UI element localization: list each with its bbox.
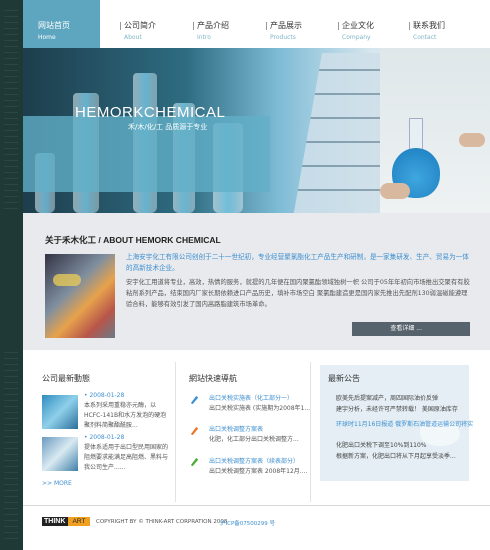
about-lead-text: 上海安宇化工有限公司创创于二十一世纪初，专业经营聚氯酯化工产品生产和研制，是一家…: [126, 253, 469, 272]
about-title: 关于禾木化工 / ABOUT HEMORK CHEMICAL: [45, 235, 221, 245]
link-category[interactable]: 出口关税调整方案表: [209, 424, 263, 433]
banner-subtitle: 禾/木/化/工 品质源于专业: [128, 123, 208, 131]
nav-item-label: 网站首页: [38, 21, 70, 30]
nav-item-label: 公司简介: [124, 21, 156, 30]
notice-item[interactable]: 环球时11月16日报道 俄罗斯石油管道运输公司将实: [336, 419, 473, 428]
nav-item-label: 产品展示: [270, 21, 302, 30]
hand-image: [380, 183, 410, 199]
hand-image: [459, 133, 485, 147]
links-title: 網站快速導航: [189, 374, 237, 383]
news-text[interactable]: 提体系适用于出口型民用国家的阻燃要求能满足高阻燃、黑料与我公司生产......: [84, 443, 168, 473]
logo-main-text: THINK: [44, 518, 66, 525]
column-divider: [175, 362, 176, 502]
notice-item[interactable]: 建宇分析，未经许可严禁转载！ 美国原油库存: [336, 404, 458, 413]
nav-item-sublabel: Contact: [413, 34, 437, 41]
orange-pin-icon: [190, 426, 199, 436]
nav-item-contact[interactable]: 联系我们 Contact: [413, 0, 477, 48]
notice-title: 最新公告: [328, 374, 360, 383]
about-more-button[interactable]: 查看详细 ...: [352, 322, 470, 336]
banner-title: HEMORKCHEMICAL: [75, 104, 226, 121]
nav-item-label: 企业文化: [342, 21, 374, 30]
notice-item[interactable]: 欧美先后提案减产，周四国际油价反弹: [336, 393, 438, 402]
news-thumbnail[interactable]: [42, 437, 78, 471]
notice-item[interactable]: 根据新方案，化肥出口将从下月起享受淡季...: [336, 451, 456, 460]
blue-pin-icon: [190, 395, 199, 405]
icp-link[interactable]: 沪ICP备07500299 号: [220, 519, 275, 527]
nav-item-label: 产品介绍: [197, 21, 229, 30]
nav-separator: [338, 22, 339, 30]
news-thumbnail[interactable]: [42, 395, 78, 429]
news-date: • 2008-01-28: [84, 434, 125, 441]
nav-item-home[interactable]: 网站首页 Home: [23, 0, 100, 48]
notice-item[interactable]: 化肥出口关税下调至10%到110%: [336, 440, 427, 449]
hero-banner: [23, 48, 490, 213]
nav-item-label: 联系我们: [413, 21, 445, 30]
nav-item-sublabel: Products: [270, 34, 296, 41]
nav-separator: [266, 22, 267, 30]
link-category[interactable]: 出口关税调整方案表（续表部分）: [209, 456, 299, 465]
think-art-logo: THINK ART: [42, 517, 90, 526]
nav-item-about[interactable]: 公司简介 About: [124, 0, 188, 48]
nav-separator: [409, 22, 410, 30]
news-date: • 2008-01-28: [84, 392, 125, 399]
nav-item-products[interactable]: 产品展示 Products: [270, 0, 334, 48]
nav-separator: [193, 22, 194, 30]
column-divider: [310, 362, 311, 502]
nav-item-sublabel: Home: [38, 34, 56, 41]
about-photo: [45, 254, 115, 338]
link-category[interactable]: 出口关税实施表（化工部分一）: [209, 393, 293, 402]
nav-separator: [120, 22, 121, 30]
link-text[interactable]: 化肥，化工部分出口关税调整方...: [209, 434, 299, 443]
flask-neck-image: [409, 118, 423, 152]
nav-item-sublabel: Intro: [197, 34, 211, 41]
nav-item-sublabel: Company: [342, 34, 371, 41]
nav-item-company[interactable]: 企业文化 Company: [342, 0, 406, 48]
news-text[interactable]: 本系列采用重稳亦元酶，以HCFC-141B和水方发泡的硬泡聚剂料简聚酯酰胺...: [84, 401, 168, 431]
about-body-text: 安宇化工用道将专业，高效，热情的服务，就提的几年便在国内聚氯酯领域独树一帜 公司…: [126, 279, 470, 308]
footer-divider: [23, 505, 490, 506]
main-nav: 网站首页 Home 公司简介 About 产品介绍 Intro 产品展示 Pro…: [23, 0, 490, 48]
news-more-link[interactable]: >> MORE: [42, 480, 72, 487]
left-decorative-strip-lower: [0, 213, 23, 350]
news-title: 公司最新動態: [42, 374, 90, 383]
nav-item-intro[interactable]: 产品介绍 Intro: [197, 0, 261, 48]
nav-item-sublabel: About: [124, 34, 142, 41]
green-pin-icon: [190, 457, 199, 467]
copyright-text: COPYRIGHT BY © THINK-ART CORPRATION 2008: [96, 519, 228, 525]
link-text[interactable]: 出口关税实施表 (实施期为2008年1...: [209, 403, 310, 412]
logo-accent-text: ART: [68, 517, 90, 526]
link-text[interactable]: 出口关税调整方案表 2008年12月....: [209, 466, 307, 475]
